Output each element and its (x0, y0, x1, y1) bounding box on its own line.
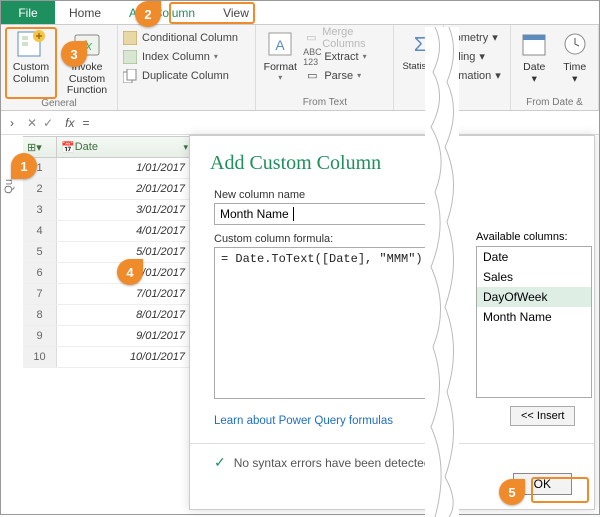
callout-3: 3 (61, 41, 87, 67)
row-number: 3 (23, 200, 57, 220)
cell-date[interactable]: 8/01/2017 (57, 305, 193, 325)
available-column-item[interactable]: Month Name (477, 307, 591, 327)
merge-columns-button: ▭Merge Columns (304, 28, 389, 47)
format-icon: A (264, 28, 296, 60)
callout-1: 1 (11, 153, 37, 179)
conditional-icon (122, 30, 138, 46)
duplicate-column-button[interactable]: Duplicate Column (122, 66, 251, 85)
column-header-date[interactable]: 📅 Date ▾ (57, 137, 193, 157)
add-custom-column-dialog: Add Custom Column New column name Month … (189, 135, 595, 510)
svg-text:A: A (276, 37, 286, 53)
row-number: 4 (23, 221, 57, 241)
row-number: 2 (23, 179, 57, 199)
cell-date[interactable]: 10/01/2017 (57, 347, 193, 367)
date-button[interactable]: Date▾ (515, 28, 554, 85)
row-number: 7 (23, 284, 57, 304)
extract-button[interactable]: ABC123Extract ▾ (304, 47, 389, 66)
tab-view[interactable]: View (209, 1, 263, 24)
dialog-title: Add Custom Column (210, 152, 580, 175)
tab-add-column[interactable]: Add Column (115, 1, 209, 24)
learn-link[interactable]: Learn about Power Query formulas (214, 415, 393, 427)
available-columns-list[interactable]: DateSalesDayOfWeekMonth Name (476, 246, 592, 398)
time-button[interactable]: Time▾ (556, 28, 595, 85)
accept-formula-icon[interactable]: ✓ (43, 116, 53, 130)
parse-icon: ▭ (304, 68, 320, 84)
row-number: 5 (23, 242, 57, 262)
tab-file[interactable]: File (1, 1, 55, 24)
custom-column-button[interactable]: Custom Column (5, 28, 57, 97)
tab-home[interactable]: Home (55, 1, 115, 24)
formula-input[interactable]: = Date.ToText([Date], "MMM") (214, 247, 444, 399)
extract-icon: ABC123 (304, 49, 320, 65)
cell-date[interactable]: 7/01/2017 (57, 284, 193, 304)
cell-date[interactable]: 2/01/2017 (57, 179, 193, 199)
index-column-button[interactable]: Index Column ▾ (122, 47, 251, 66)
row-number: 6 (23, 263, 57, 283)
available-column-item[interactable]: Date (477, 247, 591, 267)
custom-column-icon (15, 28, 47, 60)
group-from-text: From Text (260, 96, 389, 108)
check-icon: ✓ (214, 454, 226, 471)
index-icon (122, 49, 138, 65)
queries-pane-tab[interactable]: Qu (3, 179, 15, 194)
new-column-name-input[interactable]: Month Name (214, 203, 444, 225)
cancel-formula-icon[interactable]: ✕ (27, 116, 37, 130)
callout-2: 2 (135, 1, 161, 27)
row-number: 10 (23, 347, 57, 367)
time-icon (559, 28, 591, 60)
formula-bar-input[interactable]: = (82, 116, 89, 130)
new-column-name-label: New column name (214, 189, 580, 201)
row-number: 8 (23, 305, 57, 325)
cell-date[interactable]: 3/01/2017 (57, 200, 193, 220)
group-from-date: From Date & (515, 96, 594, 108)
date-icon (518, 28, 550, 60)
insert-button[interactable]: << Insert (510, 406, 575, 426)
left-pane-toggle[interactable]: › (1, 116, 23, 130)
conditional-column-button[interactable]: Conditional Column (122, 28, 251, 47)
fx-icon[interactable]: fx (57, 116, 82, 130)
cell-date[interactable]: 1/01/2017 (57, 158, 193, 178)
callout-4: 4 (117, 259, 143, 285)
format-button[interactable]: A Format▾ (260, 28, 300, 85)
available-column-item[interactable]: DayOfWeek (477, 287, 591, 307)
callout-5: 5 (499, 479, 525, 505)
available-columns-label: Available columns: (476, 231, 568, 243)
group-general: General (5, 97, 113, 109)
cell-date[interactable]: 4/01/2017 (57, 221, 193, 241)
duplicate-icon (122, 68, 138, 84)
row-number: 9 (23, 326, 57, 346)
parse-button[interactable]: ▭Parse ▾ (304, 66, 389, 85)
merge-icon: ▭ (304, 30, 318, 46)
cell-date[interactable]: 9/01/2017 (57, 326, 193, 346)
status-text: No syntax errors have been detected. (234, 456, 434, 470)
available-column-item[interactable]: Sales (477, 267, 591, 287)
